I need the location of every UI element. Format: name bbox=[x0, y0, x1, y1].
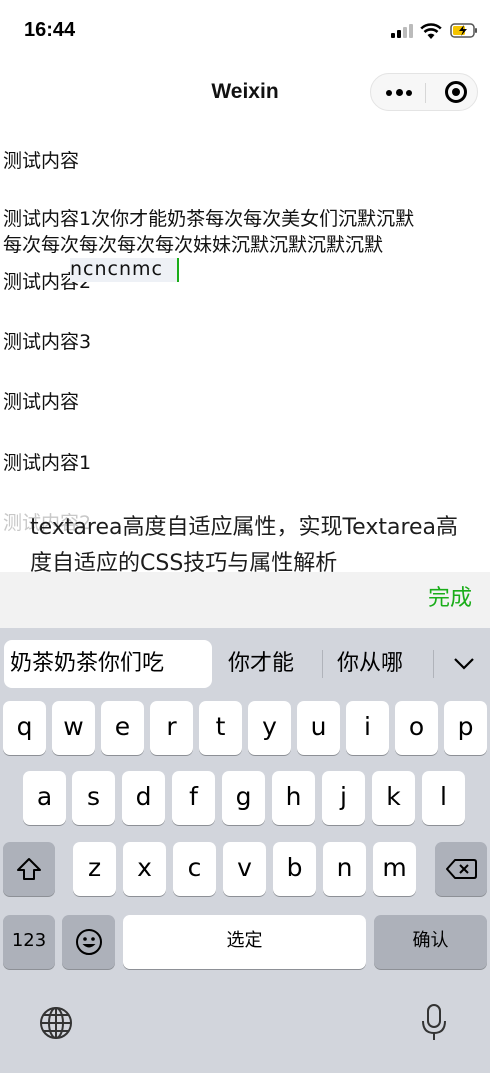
status-time: 16:44 bbox=[24, 19, 76, 41]
microphone-icon[interactable] bbox=[420, 1003, 448, 1043]
content-line-5: 测试内容1 bbox=[3, 452, 92, 474]
key-x[interactable]: x bbox=[123, 842, 166, 896]
done-button[interactable]: 完成 bbox=[428, 580, 472, 612]
emoji-key[interactable] bbox=[62, 915, 115, 969]
key-t[interactable]: t bbox=[199, 701, 242, 755]
nav-bar: Weixin bbox=[0, 62, 490, 122]
key-v[interactable]: v bbox=[223, 842, 266, 896]
backspace-icon bbox=[446, 859, 477, 879]
mini-program-close-icon[interactable] bbox=[445, 81, 467, 103]
battery-charging-icon bbox=[450, 23, 477, 38]
textarea-content[interactable]: 测试内容1次你才能奶茶每次每次美女们沉默沉默每次每次每次每次每次妹妹沉默沉默沉默… bbox=[3, 206, 433, 258]
key-z[interactable]: z bbox=[73, 842, 116, 896]
key-g[interactable]: g bbox=[222, 771, 265, 825]
numbers-key[interactable]: 123 bbox=[3, 915, 55, 969]
key-e[interactable]: e bbox=[101, 701, 144, 755]
content-line-1: 测试内容 bbox=[3, 150, 80, 172]
candidate-bar: 奶茶奶茶你们吃 你才能 你从哪 bbox=[0, 628, 490, 694]
confirm-key[interactable]: 确认 bbox=[374, 915, 487, 969]
candidate-1[interactable]: 奶茶奶茶你们吃 bbox=[4, 640, 212, 688]
key-u[interactable]: u bbox=[297, 701, 340, 755]
key-y[interactable]: y bbox=[248, 701, 291, 755]
globe-icon[interactable] bbox=[38, 1005, 74, 1041]
key-w[interactable]: w bbox=[52, 701, 95, 755]
keyboard-accessory-bar: 完成 bbox=[0, 572, 490, 628]
chevron-down-icon[interactable] bbox=[452, 652, 476, 676]
status-bar: 16:44 bbox=[0, 0, 490, 62]
space-key[interactable]: 选定 bbox=[123, 915, 366, 969]
keyboard: 奶茶奶茶你们吃 你才能 你从哪 q w e r t y u i o p a s … bbox=[0, 628, 490, 1073]
menu-capsule bbox=[370, 73, 478, 111]
capsule-divider bbox=[425, 83, 426, 103]
shift-key[interactable] bbox=[3, 842, 55, 896]
candidate-3[interactable]: 你从哪 bbox=[337, 640, 403, 688]
key-s[interactable]: s bbox=[72, 771, 115, 825]
wifi-icon bbox=[420, 23, 442, 39]
key-f[interactable]: f bbox=[172, 771, 215, 825]
key-j[interactable]: j bbox=[322, 771, 365, 825]
key-c[interactable]: c bbox=[173, 842, 216, 896]
content-line-3: 测试内容3 bbox=[3, 331, 92, 353]
key-r[interactable]: r bbox=[150, 701, 193, 755]
key-q[interactable]: q bbox=[3, 701, 46, 755]
more-dots-icon[interactable] bbox=[384, 82, 414, 102]
key-m[interactable]: m bbox=[373, 842, 416, 896]
key-h[interactable]: h bbox=[272, 771, 315, 825]
signal-icon bbox=[391, 24, 413, 38]
emoji-icon bbox=[75, 929, 102, 955]
candidate-2[interactable]: 你才能 bbox=[228, 640, 294, 688]
key-n[interactable]: n bbox=[323, 842, 366, 896]
key-l[interactable]: l bbox=[422, 771, 465, 825]
key-k[interactable]: k bbox=[372, 771, 415, 825]
content-line-4: 测试内容 bbox=[3, 391, 80, 413]
text-caret bbox=[177, 258, 179, 282]
candidate-divider bbox=[322, 650, 323, 678]
delete-key[interactable] bbox=[435, 842, 487, 896]
key-o[interactable]: o bbox=[395, 701, 438, 755]
key-d[interactable]: d bbox=[122, 771, 165, 825]
shift-icon bbox=[17, 858, 41, 880]
key-i[interactable]: i bbox=[346, 701, 389, 755]
candidate-divider bbox=[433, 650, 434, 678]
composing-text: ncncnmc bbox=[70, 258, 163, 280]
key-b[interactable]: b bbox=[273, 842, 316, 896]
key-p[interactable]: p bbox=[444, 701, 487, 755]
key-a[interactable]: a bbox=[23, 771, 66, 825]
